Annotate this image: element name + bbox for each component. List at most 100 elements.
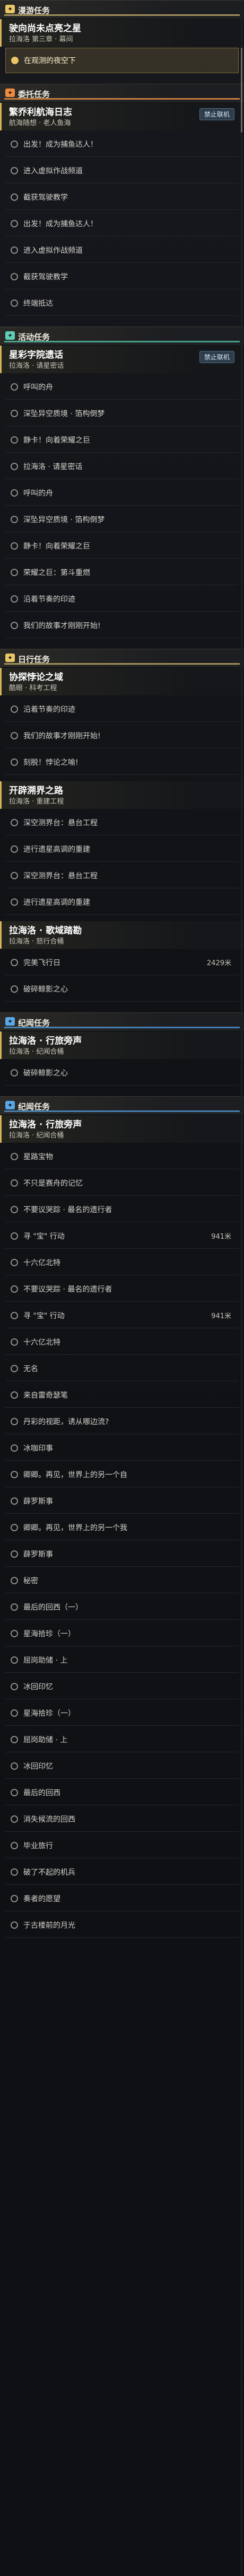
quest-step[interactable]: 卿卿。再见，世界上的另一个自 bbox=[5, 1462, 239, 1487]
quest-step[interactable]: 静卡！向着荣耀之巨 bbox=[5, 427, 239, 453]
step-label: 十六亿北特 bbox=[23, 1258, 60, 1267]
step-label: 进入虚拟作战频道 bbox=[23, 246, 83, 255]
quest-step[interactable]: 星海拾珍（一） bbox=[5, 1700, 239, 1726]
quest-step-row: 静卡！向着荣耀之巨 bbox=[0, 533, 244, 559]
quest-step[interactable]: 冰咖印事 bbox=[5, 1435, 239, 1461]
quest-card[interactable]: 星彩字院遗话 拉海洛 · 请星密话 禁止联机 bbox=[0, 346, 244, 373]
quest-step-row: 秘密 bbox=[0, 1568, 244, 1593]
quest-step[interactable]: 破了不起的机兵 bbox=[5, 1859, 239, 1885]
quest-step[interactable]: 十六亿北特 bbox=[5, 1250, 239, 1275]
quest-step[interactable]: 薛罗斯事 bbox=[5, 1541, 239, 1567]
quest-step[interactable]: 十六亿北特 bbox=[5, 1329, 239, 1355]
quest-card[interactable]: 协探悖论之域 酷眼 · 科考工程 bbox=[0, 668, 244, 695]
quest-step[interactable]: 奏者的愿望 bbox=[5, 1886, 239, 1911]
quest-step[interactable]: 最后的回西（一） bbox=[5, 1594, 239, 1620]
quest-step[interactable]: 静卡！向着荣耀之巨 bbox=[5, 533, 239, 559]
quest-step-row: 深空测界台：悬台工程 bbox=[0, 810, 244, 835]
quest-card[interactable]: 开辟溯界之路 拉海洛 · 重建工程 bbox=[0, 781, 244, 809]
quest-step[interactable]: 深坠异空质境 · 箔构倒梦 bbox=[5, 401, 239, 426]
quest-step[interactable]: 深坠异空质境 · 箔构倒梦 bbox=[5, 507, 239, 532]
quest-step[interactable]: 于古楼前的月光 bbox=[5, 1912, 239, 1938]
section-header[interactable]: ✦ 日行任务 bbox=[0, 649, 244, 667]
quest-step[interactable]: 不要议哭踪 · 最名的遗行者 bbox=[5, 1276, 239, 1302]
quest-step[interactable]: 荣耀之巨：第斗重燃 bbox=[5, 560, 239, 585]
quest-step-row: 我们的故事才刚刚开始! bbox=[0, 613, 244, 638]
quest-step[interactable]: 沿着节奏的印迹 bbox=[5, 586, 239, 612]
step-label: 在观测的夜空下 bbox=[24, 57, 76, 65]
quest-step[interactable]: 终端抵达 bbox=[5, 290, 239, 316]
quest-step[interactable]: 破碎鲸影之心 bbox=[5, 976, 239, 1002]
quest-step-row: 星路宝物 bbox=[0, 1144, 244, 1169]
quest-card[interactable]: 拉海洛 · 行旅旁声 拉海洛 · 纪闻合桶 bbox=[0, 1031, 244, 1059]
section-header[interactable]: ✦ 漫游任务 bbox=[0, 0, 244, 18]
quest-step[interactable]: 毕业旅行 bbox=[5, 1833, 239, 1858]
quest-step[interactable]: 不要议哭踪 · 最名的遗行者 bbox=[5, 1197, 239, 1222]
quest-step[interactable]: 屈岗助储 · 上 bbox=[5, 1647, 239, 1673]
quest-step[interactable]: 在观测的夜空下 bbox=[5, 48, 239, 73]
quest-step-row: 呼叫的舟 bbox=[0, 480, 244, 506]
scrollbar-track[interactable] bbox=[241, 0, 242, 2576]
step-label: 拉海洛 · 请星密话 bbox=[23, 462, 83, 471]
quest-step[interactable]: 星路宝物 bbox=[5, 1144, 239, 1169]
scrollbar-thumb[interactable] bbox=[241, 48, 242, 133]
quest-step[interactable]: 无名 bbox=[5, 1356, 239, 1381]
quest-step[interactable]: 沿着节奏的印迹 bbox=[5, 696, 239, 722]
quest-card[interactable]: 驶向尚未点亮之星 拉海洛 第三章 · 幕间 bbox=[0, 19, 244, 47]
step-label: 终端抵达 bbox=[23, 299, 53, 308]
quest-card-block: 协探悖论之域 酷眼 · 科考工程 bbox=[0, 668, 244, 695]
quest-step[interactable]: 进行遗星高调的重建 bbox=[5, 836, 239, 862]
step-label: 我们的故事才刚刚开始! bbox=[23, 621, 101, 630]
section-header-block: ✦ 纪闻任务 bbox=[0, 1096, 244, 1114]
step-status-icon bbox=[11, 568, 18, 576]
section-header[interactable]: ✦ 纪闻任务 bbox=[0, 1012, 244, 1030]
quest-step[interactable]: 呼叫的舟 bbox=[5, 480, 239, 506]
quest-step[interactable]: 进入虚拟作战频道 bbox=[5, 158, 239, 183]
quest-step-row: 最后的回西（一） bbox=[0, 1594, 244, 1620]
quest-step[interactable]: 截获驾驶教学 bbox=[5, 184, 239, 210]
quest-subtitle: 拉海洛 · 怒行合桶 bbox=[9, 938, 64, 946]
quest-step[interactable]: 进行遗星高调的重建 bbox=[5, 889, 239, 915]
quest-step[interactable]: 深空测界台：悬台工程 bbox=[5, 810, 239, 835]
quest-step[interactable]: 消失候流的回西 bbox=[5, 1806, 239, 1832]
quest-step[interactable]: 我们的故事才刚刚开始! bbox=[5, 723, 239, 748]
quest-step[interactable]: 我们的故事才刚刚开始! bbox=[5, 613, 239, 638]
quest-step[interactable]: 出发！成为捕鱼达人！ bbox=[5, 131, 239, 157]
quest-step[interactable]: 丹彩的视距，诱从哪边流? bbox=[5, 1409, 239, 1434]
quest-step[interactable]: 来自雷奇瑟笔 bbox=[5, 1382, 239, 1408]
quest-step[interactable]: 出发！成为捕鱼达人！ bbox=[5, 211, 239, 236]
quest-step[interactable]: 卿卿。再见，世界上的另一个我 bbox=[5, 1515, 239, 1540]
quest-step[interactable]: 拉海洛 · 请星密话 bbox=[5, 454, 239, 479]
quest-step[interactable]: 进入虚拟作战频道 bbox=[5, 237, 239, 263]
quest-card[interactable]: 拉海洛 · 歌域踏勘 拉海洛 · 怒行合桶 bbox=[0, 921, 244, 949]
quest-step-row: 截获驾驶教学 bbox=[0, 264, 244, 289]
quest-step[interactable]: 呼叫的舟 bbox=[5, 374, 239, 400]
quest-step[interactable]: 冰回印忆 bbox=[5, 1753, 239, 1779]
section-header[interactable]: ✦ 委托任务 bbox=[0, 84, 244, 102]
quest-card-block: 繁乔利航海日志 航海随想 · 老人鱼海 禁止联机 bbox=[0, 103, 244, 130]
quest-step[interactable]: 完美飞行日 2429米 bbox=[5, 950, 239, 975]
quest-step[interactable]: 截获驾驶教学 bbox=[5, 264, 239, 289]
quest-step[interactable]: 寻 "宝" 行动 941米 bbox=[5, 1223, 239, 1249]
quest-step[interactable]: 破碎鲸影之心 bbox=[5, 1060, 239, 1086]
quest-step-row: 寻 "宝" 行动 941米 bbox=[0, 1223, 244, 1249]
quest-step[interactable]: 刻脱！悖论之喻! bbox=[5, 749, 239, 775]
quest-step[interactable]: 深空测界台：悬台工程 bbox=[5, 863, 239, 888]
quest-title: 开辟溯界之路 bbox=[9, 786, 63, 796]
quest-card[interactable]: 繁乔利航海日志 航海随想 · 老人鱼海 禁止联机 bbox=[0, 103, 244, 130]
section-icon: ✦ bbox=[5, 5, 15, 13]
quest-step-row: 进入虚拟作战频道 bbox=[0, 237, 244, 263]
quest-step[interactable]: 冰回印忆 bbox=[5, 1674, 239, 1699]
section-header-block: ✦ 纪闻任务 bbox=[0, 1012, 244, 1030]
section-header[interactable]: ✦ 纪闻任务 bbox=[0, 1096, 244, 1114]
quest-step-row: 不只是赛舟的记忆 bbox=[0, 1170, 244, 1196]
quest-step[interactable]: 星海拾珍（一） bbox=[5, 1621, 239, 1646]
quest-step[interactable]: 薛罗斯事 bbox=[5, 1488, 239, 1514]
quest-step[interactable]: 屈岗助储 · 上 bbox=[5, 1727, 239, 1752]
quest-step[interactable]: 寻 "宝" 行动 941米 bbox=[5, 1303, 239, 1328]
quest-card[interactable]: 拉海洛 · 行旅旁声 拉海洛 · 纪闻合桶 bbox=[0, 1115, 244, 1143]
section-header[interactable]: ✦ 活动任务 bbox=[0, 327, 244, 345]
quest-step[interactable]: 秘密 bbox=[5, 1568, 239, 1593]
quest-step[interactable]: 不只是赛舟的记忆 bbox=[5, 1170, 239, 1196]
quest-step[interactable]: 最后的回西 bbox=[5, 1780, 239, 1805]
step-status-icon bbox=[11, 1788, 18, 1796]
